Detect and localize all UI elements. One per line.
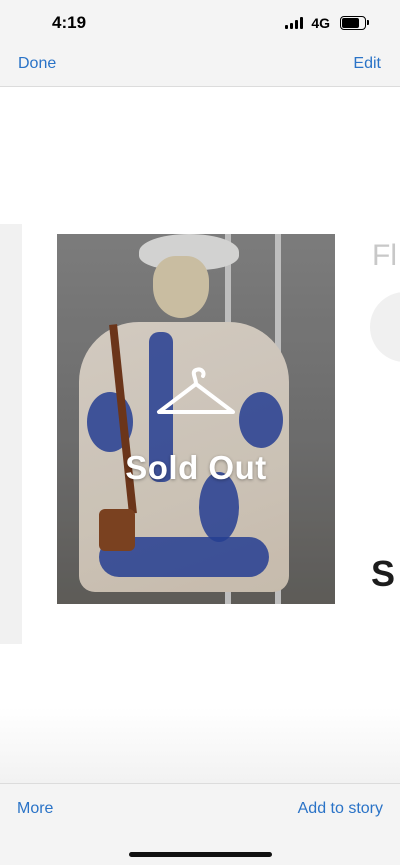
status-bar: 4:19 4G	[0, 0, 400, 46]
navigation-bar: Done Edit	[0, 46, 400, 87]
sold-out-label: Sold Out	[125, 449, 267, 486]
battery-icon	[340, 16, 369, 30]
cellular-signal-icon	[285, 17, 304, 29]
more-button[interactable]: More	[17, 800, 53, 818]
next-card-avatar-partial	[370, 292, 400, 362]
hanger-icon	[157, 367, 235, 414]
home-indicator[interactable]	[129, 852, 272, 857]
screenshot-preview[interactable]: Sold Out Fl S	[0, 87, 400, 783]
bottom-toolbar: More Add to story	[0, 783, 400, 865]
done-button[interactable]: Done	[18, 55, 56, 73]
product-image: Sold Out	[57, 234, 335, 604]
add-to-story-button[interactable]: Add to story	[298, 800, 383, 818]
edit-button[interactable]: Edit	[353, 55, 381, 73]
next-card-title-partial: Fl	[372, 239, 397, 272]
bottom-fade	[0, 707, 400, 783]
status-indicators: 4G	[285, 14, 369, 32]
network-type: 4G	[311, 15, 330, 31]
next-card-text-partial: S	[371, 553, 396, 594]
previous-card-edge	[0, 224, 22, 644]
status-time: 4:19	[52, 13, 87, 32]
